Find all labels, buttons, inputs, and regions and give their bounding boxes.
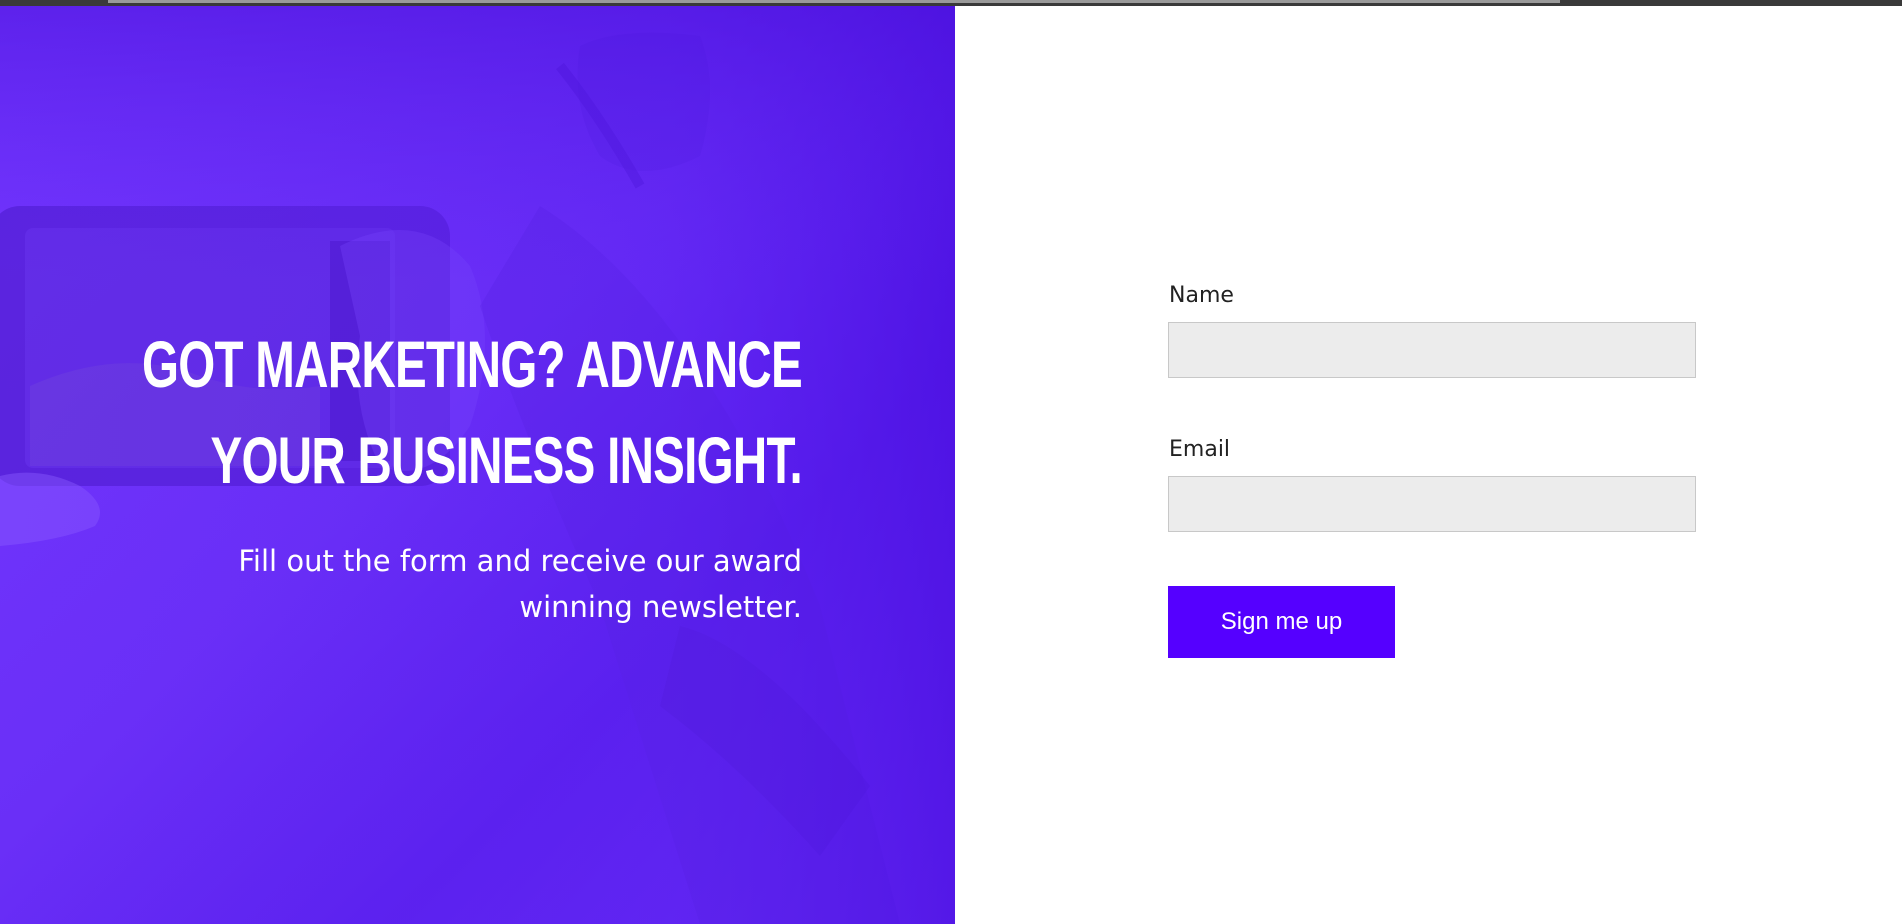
browser-top-edge-highlight bbox=[108, 0, 1560, 3]
hero-subtext-line2: winning newsletter. bbox=[519, 590, 802, 624]
email-field-group: Email bbox=[1168, 436, 1696, 532]
name-field-group: Name bbox=[1168, 282, 1696, 378]
email-input[interactable] bbox=[1168, 476, 1696, 532]
name-input[interactable] bbox=[1168, 322, 1696, 378]
signup-form-panel: Name Email Sign me up bbox=[955, 6, 1902, 924]
email-label: Email bbox=[1169, 437, 1231, 462]
name-label: Name bbox=[1169, 283, 1234, 308]
hero-subtext-line1: Fill out the form and receive our award bbox=[238, 544, 802, 578]
hero-text-block: GOT MARKETING? ADVANCE YOUR BUSINESS INS… bbox=[80, 316, 803, 630]
hero-headline-line1: GOT MARKETING? ADVANCE bbox=[142, 327, 803, 401]
sign-me-up-button[interactable]: Sign me up bbox=[1168, 586, 1395, 658]
hero-subtext: Fill out the form and receive our award … bbox=[80, 538, 802, 630]
hero-headline: GOT MARKETING? ADVANCE YOUR BUSINESS INS… bbox=[80, 316, 803, 508]
hero-headline-line2: YOUR BUSINESS INSIGHT. bbox=[210, 423, 803, 497]
hero-panel: GOT MARKETING? ADVANCE YOUR BUSINESS INS… bbox=[0, 6, 955, 924]
